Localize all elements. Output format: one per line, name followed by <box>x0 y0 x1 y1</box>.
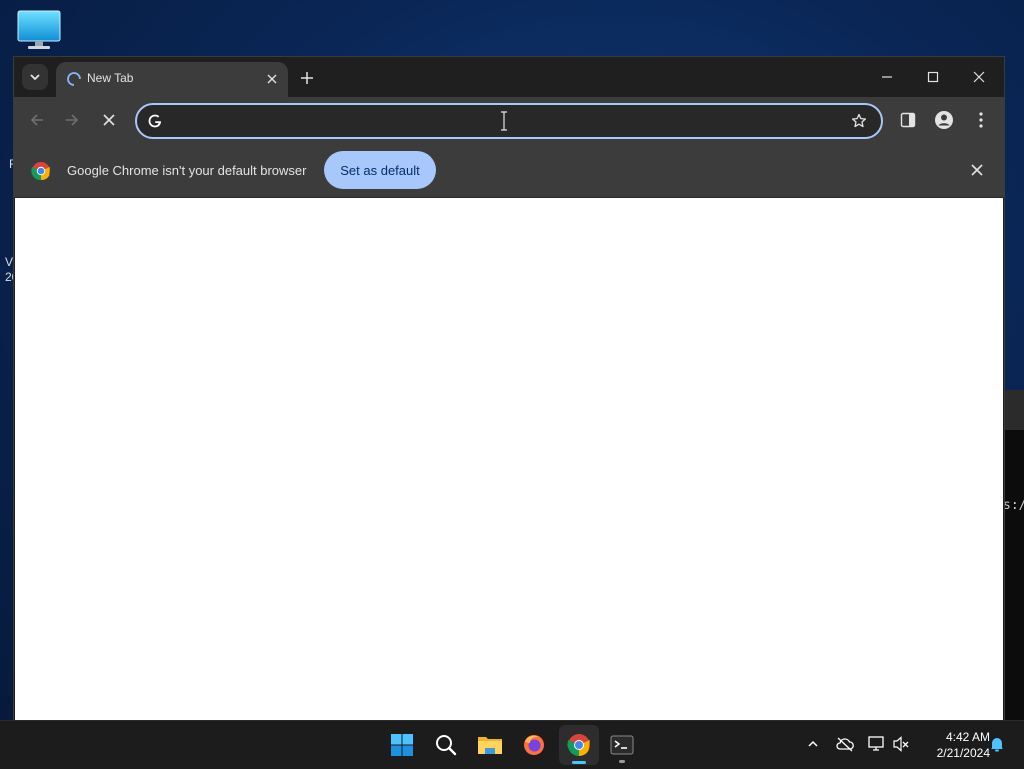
side-panel-icon <box>900 112 916 128</box>
browser-toolbar <box>14 97 1004 143</box>
chrome-icon <box>567 734 590 756</box>
chevron-down-icon <box>30 74 40 81</box>
taskbar-search-button[interactable] <box>426 725 466 765</box>
volume-tray-button[interactable] <box>890 733 912 755</box>
search-icon <box>436 735 457 756</box>
address-bar[interactable] <box>135 103 883 139</box>
show-hidden-icons-button[interactable] <box>802 733 824 755</box>
close-icon <box>267 74 277 84</box>
tab-search-button[interactable] <box>22 64 48 90</box>
bookmark-button[interactable] <box>849 111 869 131</box>
set-as-default-button[interactable]: Set as default <box>324 151 436 189</box>
minimize-icon <box>882 76 892 78</box>
maximize-icon <box>927 71 939 83</box>
tab-strip: New Tab <box>14 57 1004 97</box>
stop-loading-button[interactable] <box>95 106 123 134</box>
loading-spinner-icon <box>67 72 81 86</box>
tab-new-tab[interactable]: New Tab <box>56 62 288 97</box>
network-icon <box>868 736 884 751</box>
background-terminal-window[interactable]: s:/ <box>1003 390 1024 720</box>
clock-date: 2/21/2024 <box>936 746 990 760</box>
bell-icon <box>991 738 1003 752</box>
chrome-window: New Tab Google Chrome isn't your default… <box>14 57 1004 720</box>
background-terminal-titlebar <box>1003 390 1024 430</box>
arrow-left-icon <box>30 114 43 126</box>
file-explorer-icon <box>478 737 502 754</box>
maximize-button[interactable] <box>910 63 956 91</box>
tab-title: New Tab <box>87 71 134 85</box>
notifications-button[interactable] <box>986 733 1008 755</box>
new-tab-button[interactable] <box>296 67 318 89</box>
firefox-button[interactable] <box>514 725 554 765</box>
taskbar: 4:42 AM 2/21/2024 <box>0 720 1024 769</box>
star-icon <box>851 113 867 128</box>
terminal-icon <box>610 735 634 755</box>
default-browser-infobar: Google Chrome isn't your default browser… <box>14 143 1004 198</box>
chevron-up-icon <box>808 740 818 747</box>
kebab-menu-icon <box>979 112 983 128</box>
start-button[interactable] <box>382 725 422 765</box>
side-panel-button[interactable] <box>894 106 922 134</box>
onedrive-tray-button[interactable] <box>834 733 856 755</box>
avatar-icon <box>935 111 953 129</box>
cloud-off-icon <box>836 737 854 752</box>
clock-time: 4:42 AM <box>945 730 990 744</box>
page-content[interactable] <box>15 198 1003 720</box>
firefox-icon <box>524 735 544 755</box>
running-indicator <box>619 760 625 763</box>
network-tray-button[interactable] <box>866 733 888 755</box>
google-g-icon <box>148 114 161 128</box>
file-explorer-button[interactable] <box>470 725 510 765</box>
text-cursor-icon <box>501 111 507 131</box>
close-icon <box>971 164 983 176</box>
plus-icon <box>301 72 313 84</box>
chrome-menu-button[interactable] <box>967 106 995 134</box>
arrow-right-icon <box>66 114 79 126</box>
forward-button[interactable] <box>58 106 86 134</box>
volume-muted-icon <box>893 736 909 752</box>
terminal-taskbar-button[interactable] <box>602 725 642 765</box>
chrome-taskbar-button[interactable] <box>559 725 599 765</box>
tab-close-button[interactable] <box>262 69 282 89</box>
close-icon <box>103 114 115 126</box>
system-clock[interactable]: 4:42 AM 2/21/2024 <box>916 729 990 761</box>
profile-button[interactable] <box>930 106 958 134</box>
infobar-close-button[interactable] <box>966 159 988 181</box>
active-indicator <box>572 761 586 764</box>
start-icon <box>391 734 413 756</box>
minimize-button[interactable] <box>864 63 910 91</box>
back-button[interactable] <box>23 106 51 134</box>
background-terminal-text: s:/ <box>1003 498 1024 513</box>
this-pc-desktop-icon[interactable] <box>16 10 62 52</box>
infobar-message: Google Chrome isn't your default browser <box>67 163 307 178</box>
chrome-logo-icon <box>31 162 50 181</box>
close-icon <box>973 71 985 83</box>
close-window-button[interactable] <box>956 63 1002 91</box>
